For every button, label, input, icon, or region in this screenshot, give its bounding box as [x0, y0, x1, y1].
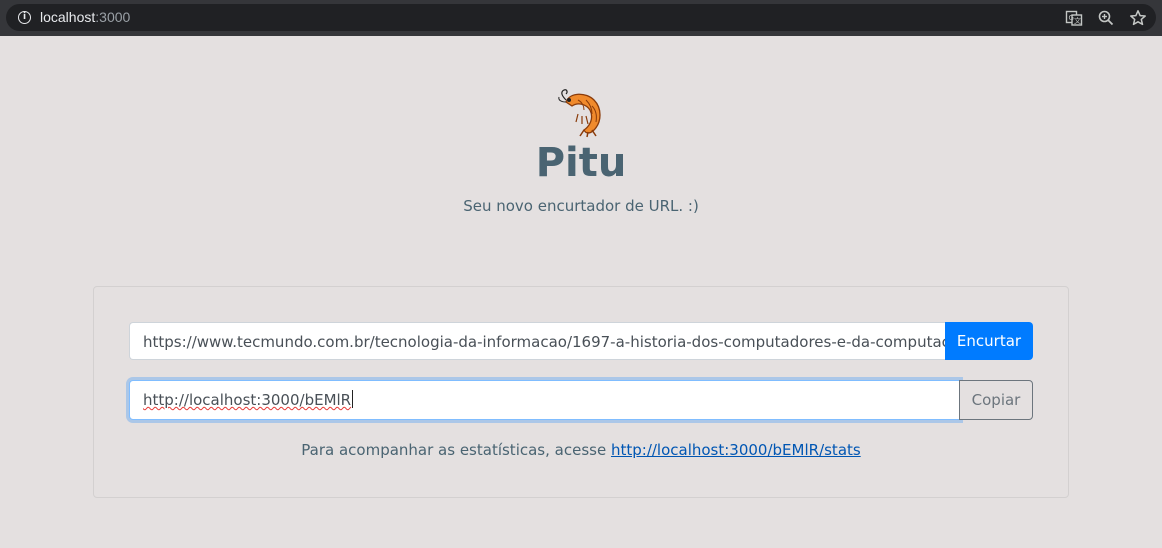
bookmark-star-icon[interactable]	[1128, 8, 1148, 28]
url-input[interactable]: https://www.tecmundo.com.br/tecnologia-d…	[129, 322, 945, 360]
stats-text: Para acompanhar as estatísticas, acesse	[301, 441, 607, 459]
translate-icon[interactable]: G文	[1064, 8, 1084, 28]
short-url-input[interactable]: http://localhost:3000/bEMlR	[129, 380, 960, 420]
page-title: Pitu	[535, 140, 627, 186]
copy-button[interactable]: Copiar	[959, 380, 1033, 420]
address-url[interactable]: localhost:3000	[40, 9, 130, 25]
info-icon[interactable]: i	[18, 11, 31, 24]
page-subtitle: Seu novo encurtador de URL. :)	[463, 197, 699, 215]
svg-text:文: 文	[1074, 16, 1081, 25]
stats-line: Para acompanhar as estatísticas, acesse …	[0, 441, 1162, 459]
browser-toolbar: i localhost:3000 G文	[0, 0, 1162, 36]
short-url-value: http://localhost:3000/bEMlR	[143, 391, 352, 409]
address-bar[interactable]: i localhost:3000 G文	[6, 4, 1156, 31]
zoom-icon[interactable]	[1096, 8, 1116, 28]
text-caret	[352, 390, 354, 408]
url-port: :3000	[95, 9, 131, 25]
stats-link[interactable]: http://localhost:3000/bEMlR/stats	[611, 441, 861, 459]
url-host: localhost	[40, 9, 96, 25]
shrimp-icon	[556, 86, 606, 138]
shorten-button[interactable]: Encurtar	[945, 322, 1033, 360]
